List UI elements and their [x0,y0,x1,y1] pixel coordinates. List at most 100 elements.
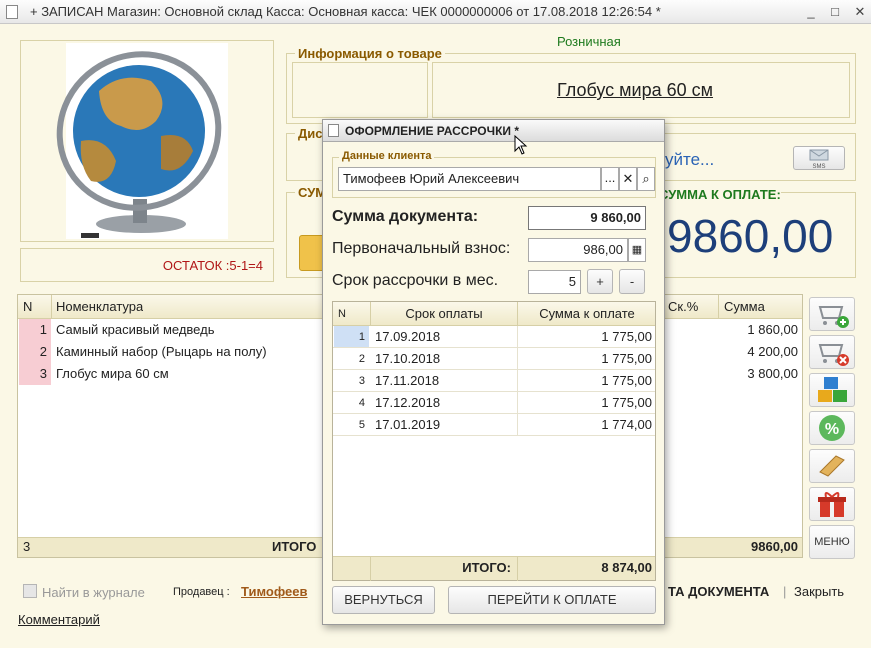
col-sum[interactable]: Сумма [724,296,765,318]
footer-count: 3 [23,539,31,554]
cart-remove-icon [818,344,849,366]
col-payment-amount[interactable]: Сумма к оплате [518,303,656,325]
minimize-button[interactable]: _ [802,3,820,21]
row-date: 17.11.2018 [375,373,440,388]
go-to-payment-button[interactable]: ПЕРЕЙТИ К ОПЛАТЕ [448,586,656,614]
row-amount: 1 775,00 [601,373,652,388]
products-button[interactable] [809,373,855,407]
search-icon[interactable]: ⌕ [637,167,655,191]
doc-sum-label: Сумма документа: [332,208,479,225]
scroll-icon [819,455,845,477]
certificate-button[interactable] [809,449,855,483]
add-to-cart-button[interactable] [809,297,855,331]
row-n: 3 [358,375,365,387]
gift-icon [818,492,846,517]
dialog-title: ОФОРМЛЕНИЕ РАССРОЧКИ * [345,124,520,138]
price-type-label: Розничная [557,34,621,49]
pay-amount: 9860,00 [667,210,834,262]
row-n: 4 [358,397,365,409]
close-window-button[interactable]: ✕ [851,3,869,21]
row-amount: 1 775,00 [601,395,652,410]
table-row[interactable]: 2 17.10.2018 1 775,00 [333,348,655,370]
row-sum: 1 860,00 [747,322,798,337]
row-n: 1 [19,319,51,341]
client-name-field[interactable]: Тимофеев Юрий Алексеевич [338,167,601,191]
row-amount: 1 775,00 [601,329,652,344]
product-name: Глобус мира 60 см [557,80,714,100]
row-n: 1 [334,326,369,347]
row-name: Самый красивый медведь [56,322,215,337]
blocks-icon [818,377,847,402]
stock-panel: ОСТАТОК :5-1=4 [20,248,274,282]
discount-button[interactable]: % [809,411,855,445]
row-n: 5 [358,419,365,431]
discount-legend: Дис [295,126,326,141]
row-date: 17.09.2018 [375,329,441,344]
client-group: Данные клиента Тимофеев Юрий Алексеевич … [332,150,656,198]
window-titlebar: + ЗАПИСАН Магазин: Основной склад Касса:… [0,0,871,24]
window-title: + ЗАПИСАН Магазин: Основной склад Касса:… [30,4,661,19]
term-plus-button[interactable]: + [587,269,613,294]
term-field[interactable]: 5 [528,270,581,294]
table-row[interactable]: 1 17.09.2018 1 775,00 [333,326,655,348]
row-amount: 1 774,00 [601,417,652,432]
col-n[interactable]: N [338,303,346,325]
mouse-cursor-icon [514,135,528,155]
find-in-journal-link[interactable]: Найти в журнале [42,585,145,600]
footer-total-label: ИТОГО [272,539,317,554]
product-image-panel [20,40,274,242]
svg-text:%: % [825,421,839,438]
down-payment-label: Первоначальный взнос: [332,240,511,257]
seller-label: Продавец : [173,586,230,598]
menu-button[interactable]: МЕНЮ [809,525,855,559]
clear-icon[interactable]: ✕ [619,167,637,191]
col-n[interactable]: N [23,296,32,318]
row-sum: 3 800,00 [747,366,798,381]
row-name: Глобус мира 60 см [56,366,169,381]
globe-image [56,43,228,239]
client-select-button[interactable]: ... [601,167,619,191]
row-date: 17.12.2018 [375,395,441,410]
down-payment-field[interactable]: 986,00 [528,238,628,262]
seller-name-link[interactable]: Тимофеев [241,584,307,599]
table-row[interactable]: 3 17.11.2018 1 775,00 [333,370,655,392]
col-discount[interactable]: Ск.% [668,296,698,318]
dialog-doc-icon [328,124,339,137]
row-amount: 1 775,00 [601,351,652,366]
calculator-icon[interactable]: ▦ [628,238,646,262]
schedule-footer: ИТОГО: 8 874,00 [333,556,655,581]
print-document-link[interactable]: ТА ДОКУМЕНТА [668,584,769,599]
percent-icon: % [819,415,845,441]
footer-total-sum: 9860,00 [751,539,798,554]
term-minus-button[interactable]: - [619,269,645,294]
envelope-icon [809,149,829,161]
cart-add-icon [818,306,849,328]
product-info-right-box: Глобус мира 60 см [432,62,850,118]
close-link[interactable]: Закрыть [794,584,844,599]
table-row[interactable]: 5 17.01.2019 1 774,00 [333,414,655,436]
schedule-total-label: ИТОГО: [462,560,511,575]
maximize-button[interactable]: □ [826,3,844,21]
product-info-group: Информация о товаре Глобус мира 60 см [286,46,856,124]
row-n: 3 [19,363,51,385]
row-date: 17.10.2018 [375,351,441,366]
comment-link[interactable]: Комментарий [18,612,100,627]
client-legend: Данные клиента [339,150,435,162]
product-info-left-box [292,62,428,118]
schedule-total: 8 874,00 [601,560,652,575]
schedule-header: N Срок оплаты Сумма к оплате [333,302,655,326]
sms-button[interactable]: SMS [793,146,845,170]
stock-text: ОСТАТОК :5-1=4 [162,258,263,273]
table-row[interactable]: 4 17.12.2018 1 775,00 [333,392,655,414]
back-button[interactable]: ВЕРНУТЬСЯ [332,586,435,614]
installment-dialog: ОФОРМЛЕНИЕ РАССРОЧКИ * Данные клиента Ти… [322,119,665,625]
col-payment-date[interactable]: Срок оплаты [371,303,517,325]
journal-icon [23,584,37,598]
term-label: Срок рассрочки в мес. [332,272,499,289]
dialog-titlebar: ОФОРМЛЕНИЕ РАССРОЧКИ * [323,120,664,142]
schedule-table[interactable]: N Срок оплаты Сумма к оплате 1 17.09.201… [332,301,656,581]
product-info-legend: Информация о товаре [295,46,445,61]
remove-from-cart-button[interactable] [809,335,855,369]
col-name[interactable]: Номенклатура [56,296,143,318]
gift-button[interactable] [809,487,855,521]
